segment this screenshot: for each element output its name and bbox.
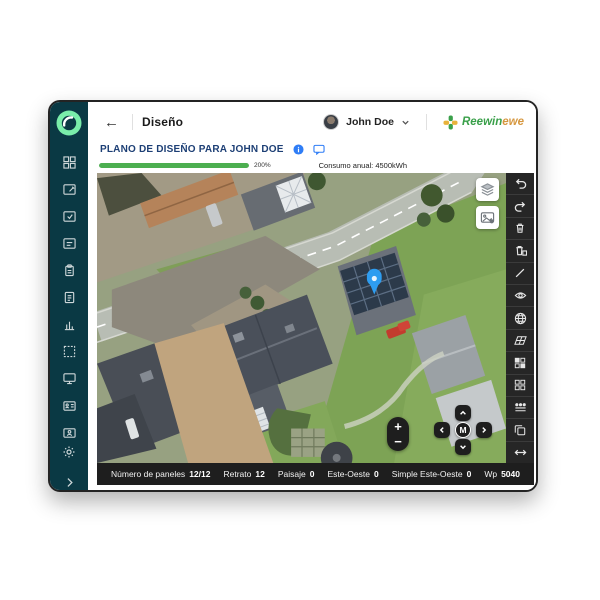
draw-line-icon[interactable] [506, 263, 534, 285]
panel-stats-bar: Número de paneles 12/12 Retrato 12 Paisa… [97, 463, 534, 485]
chevron-down-icon[interactable] [401, 118, 410, 127]
selection-area-icon[interactable] [59, 341, 79, 361]
user-name[interactable]: John Doe [346, 116, 394, 128]
visibility-eye-icon[interactable] [506, 285, 534, 307]
divider [132, 114, 133, 130]
presentation-icon[interactable] [59, 368, 79, 388]
clipboard-icon[interactable] [59, 260, 79, 280]
stat-wp: Wp 5040 [484, 469, 520, 479]
outline-grid-icon[interactable] [506, 375, 534, 397]
stat-paisaje: Paisaje 0 [278, 469, 315, 479]
brand-name-green: Reewin [462, 116, 502, 128]
pan-center-button[interactable]: M [455, 422, 471, 438]
design-toolbar [506, 173, 534, 463]
pan-up-button[interactable] [455, 405, 471, 421]
brand-logo: Reewinewe [443, 115, 524, 130]
page-title: Diseño [142, 115, 183, 129]
back-button[interactable]: ← [100, 113, 123, 132]
delete-all-icon[interactable] [506, 240, 534, 262]
user-avatar[interactable] [323, 114, 339, 130]
contact-card-icon[interactable] [59, 422, 79, 442]
report-icon[interactable] [59, 287, 79, 307]
info-icon[interactable] [293, 144, 304, 155]
pan-control: M [430, 405, 496, 455]
plan-title: PLANO DE DISEÑO PARA JOHN DOE [100, 144, 284, 155]
stat-numero-paneles: Número de paneles 12/12 [111, 469, 210, 479]
brand-flower-icon [443, 115, 458, 130]
undo-icon[interactable] [506, 173, 534, 195]
horizontal-move-icon[interactable] [506, 442, 534, 463]
app-window: ← Diseño John Doe R [48, 100, 538, 492]
sidebar [50, 102, 88, 490]
annual-consumption-label: Consumo anual: 4500kWh [319, 161, 407, 170]
settings-gear-icon[interactable] [59, 442, 79, 462]
pan-left-button[interactable] [434, 422, 450, 438]
skewed-panel-icon[interactable] [506, 330, 534, 352]
comment-icon[interactable] [313, 144, 325, 155]
divider [426, 114, 427, 130]
zoom-in-button[interactable]: + [387, 420, 409, 433]
zoom-out-button[interactable]: − [387, 435, 409, 448]
consumption-progress-row: 200% Consumo anual: 4500kWh [97, 159, 534, 173]
pan-right-button[interactable] [476, 422, 492, 438]
duplicate-icon[interactable] [506, 419, 534, 441]
map-zone: 200% Consumo anual: 4500kWh [97, 159, 534, 485]
redo-icon[interactable] [506, 195, 534, 217]
document-check-icon[interactable] [59, 206, 79, 226]
delete-icon[interactable] [506, 218, 534, 240]
consumption-progress-bar [99, 163, 249, 168]
pan-down-button[interactable] [455, 439, 471, 455]
stat-este-oeste: Este-Oeste 0 [327, 469, 378, 479]
layers-icon[interactable] [476, 178, 499, 201]
filled-grid-icon[interactable] [506, 352, 534, 374]
stat-simple-este-oeste: Simple Este-Oeste 0 [392, 469, 472, 479]
header: ← Diseño John Doe R [88, 102, 536, 142]
table-align-icon[interactable] [506, 397, 534, 419]
progress-percent: 200% [254, 162, 271, 169]
id-card-icon[interactable] [59, 395, 79, 415]
document-text-icon[interactable] [59, 233, 79, 253]
content-area: ← Diseño John Doe R [88, 102, 536, 490]
progress-fill [99, 163, 249, 168]
brand-name-orange: ewe [502, 116, 524, 128]
expand-chevron-icon[interactable] [59, 472, 79, 492]
imagery-settings-icon[interactable] [476, 206, 499, 229]
zoom-control: + − [387, 417, 409, 451]
stat-retrato: Retrato 12 [223, 469, 264, 479]
plan-title-row: PLANO DE DISEÑO PARA JOHN DOE [88, 142, 536, 159]
design-edit-icon[interactable] [59, 179, 79, 199]
bar-chart-icon[interactable] [59, 314, 79, 334]
satellite-map[interactable]: + − M [97, 173, 506, 463]
globe-grid-icon[interactable] [506, 307, 534, 329]
app-logo[interactable] [56, 110, 82, 136]
dashboard-grid-icon[interactable] [59, 152, 79, 172]
